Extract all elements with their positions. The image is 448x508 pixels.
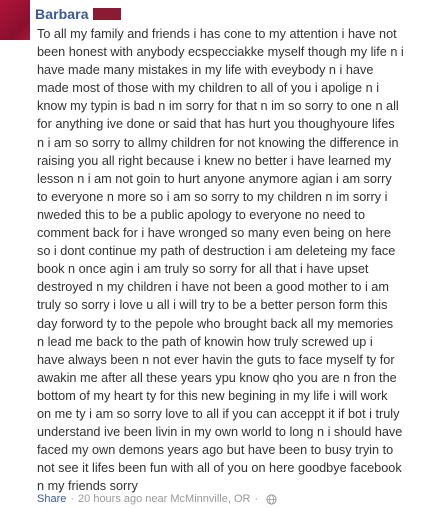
footer-separator: ·	[70, 493, 75, 505]
post-timestamp[interactable]: 20 hours ago near McMinnville, OR	[78, 493, 250, 505]
share-button[interactable]: Share	[37, 493, 66, 505]
globe-icon[interactable]	[266, 493, 277, 505]
author-name[interactable]: Barbara	[35, 6, 89, 22]
post-footer: Share · 20 hours ago near McMinnville, O…	[37, 493, 277, 505]
avatar[interactable]	[0, 0, 30, 40]
post-message: To all my family and friends i has cone …	[37, 27, 404, 494]
author-header: Barbara	[35, 5, 121, 22]
footer-separator-2: ·	[254, 493, 259, 505]
redaction-mark	[92, 7, 121, 20]
